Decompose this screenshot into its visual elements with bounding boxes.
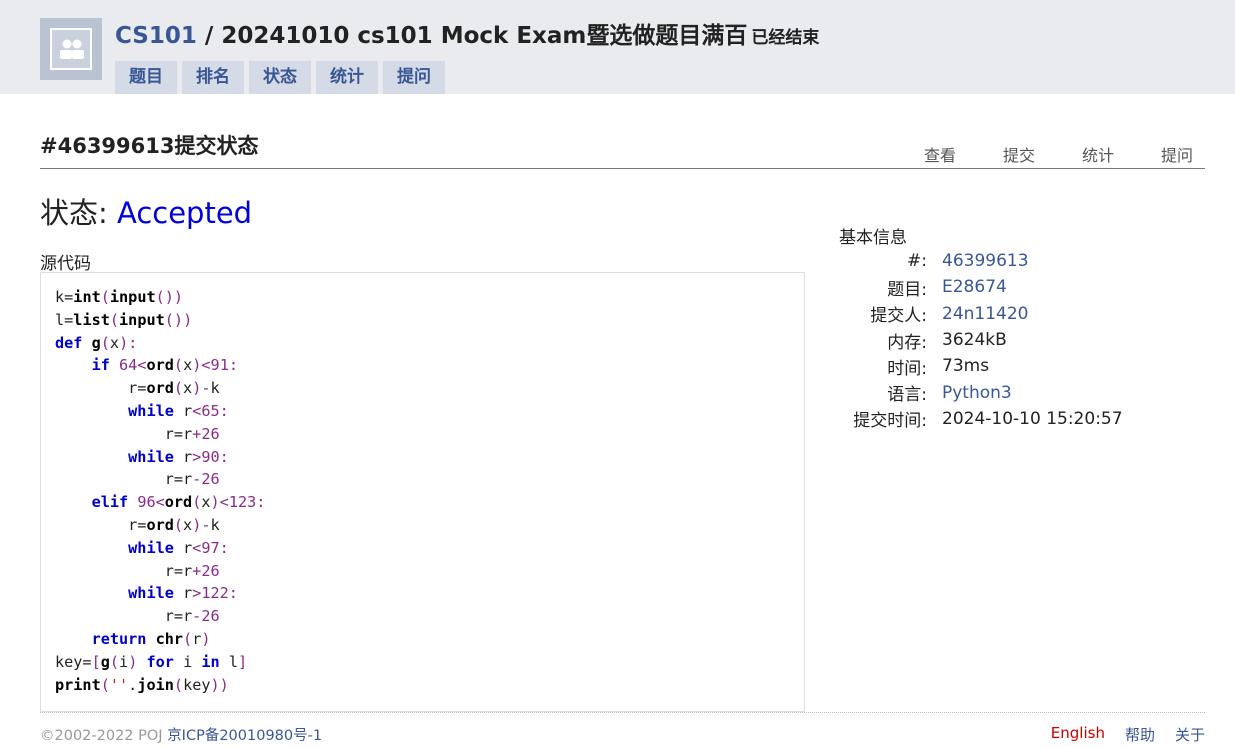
copyright-text: ©2002-2022 POJ [40, 728, 168, 744]
tab-status[interactable]: 状态 [249, 61, 311, 94]
info-row-time: 时间: 73ms [839, 353, 1123, 379]
info-table: #: 46399613 题目: E28674 提交人: 24n11420 内存:… [839, 248, 1123, 432]
contest-ended-badge: 已经结束 [751, 28, 820, 48]
tab-questions[interactable]: 提问 [383, 61, 445, 94]
course-link[interactable]: CS101 [115, 23, 197, 49]
help-link[interactable]: 帮助 [1125, 724, 1155, 745]
footer-copyright: ©2002-2022 POJ 京ICP备20010980号-1 [40, 724, 322, 745]
footer-links: English 帮助 关于 [1051, 724, 1205, 745]
source-code-box[interactable]: k=int(input()) l=list(input()) def g(x):… [40, 272, 805, 712]
tab-ranking[interactable]: 排名 [182, 61, 244, 94]
page-title: #46399613提交状态 [40, 134, 259, 158]
source-code[interactable]: k=int(input()) l=list(input()) def g(x):… [55, 286, 790, 696]
tab-statistics[interactable]: 统计 [316, 61, 378, 94]
title-divider [40, 168, 1205, 169]
memory-value: 3624kB [942, 330, 1007, 351]
problem-link[interactable]: E28674 [942, 277, 1007, 297]
nav-submit[interactable]: 提交 [1003, 142, 1035, 166]
course-logo[interactable] [40, 18, 102, 80]
submitter-link[interactable]: 24n11420 [942, 304, 1029, 324]
icp-link[interactable]: 京ICP备20010980号-1 [167, 728, 322, 744]
info-key: #: [907, 251, 927, 272]
info-key: 语言: [887, 385, 927, 406]
english-link[interactable]: English [1051, 724, 1105, 745]
info-row-submitter: 提交人: 24n11420 [839, 301, 1123, 327]
site-header: CS101 / 20241010 cs101 Mock Exam暨选做题目满百已… [0, 0, 1235, 94]
title-separator: / [196, 23, 222, 49]
info-title: 基本信息 [839, 228, 907, 248]
status-line: 状态: Accepted [40, 190, 252, 232]
tab-problems[interactable]: 题目 [115, 61, 177, 94]
language-link[interactable]: Python3 [942, 383, 1012, 403]
info-key: 时间: [887, 358, 927, 379]
info-row-memory: 内存: 3624kB [839, 327, 1123, 353]
contest-name: 20241010 cs101 Mock Exam暨选做题目满百 [221, 23, 748, 49]
status-label: 状态: [40, 196, 117, 230]
nav-statistics[interactable]: 统计 [1082, 142, 1114, 166]
info-row-problem: 题目: E28674 [839, 274, 1123, 300]
contest-tabs: 题目 排名 状态 统计 提问 [115, 61, 445, 94]
submit-time-value: 2024-10-10 15:20:57 [942, 408, 1123, 429]
group-icon [50, 28, 92, 70]
time-value: 73ms [942, 356, 990, 377]
info-row-id: #: 46399613 [839, 248, 1123, 274]
info-key: 内存: [887, 332, 927, 353]
nav-view[interactable]: 查看 [924, 142, 956, 166]
footer-divider [40, 712, 1205, 713]
submission-id-link[interactable]: 46399613 [942, 251, 1029, 271]
contest-title: CS101 / 20241010 cs101 Mock Exam暨选做题目满百已… [115, 16, 819, 50]
info-row-submit-time: 提交时间: 2024-10-10 15:20:57 [839, 406, 1123, 432]
info-key: 提交时间: [853, 411, 927, 432]
info-row-language: 语言: Python3 [839, 379, 1123, 406]
about-link[interactable]: 关于 [1175, 724, 1205, 745]
info-key: 提交人: [870, 306, 927, 327]
status-accepted: Accepted [117, 196, 253, 230]
source-code-label: 源代码 [40, 254, 91, 274]
submission-nav: 查看 提交 统计 提问 [924, 142, 1193, 166]
nav-questions[interactable]: 提问 [1161, 142, 1193, 166]
info-key: 题目: [887, 279, 927, 300]
